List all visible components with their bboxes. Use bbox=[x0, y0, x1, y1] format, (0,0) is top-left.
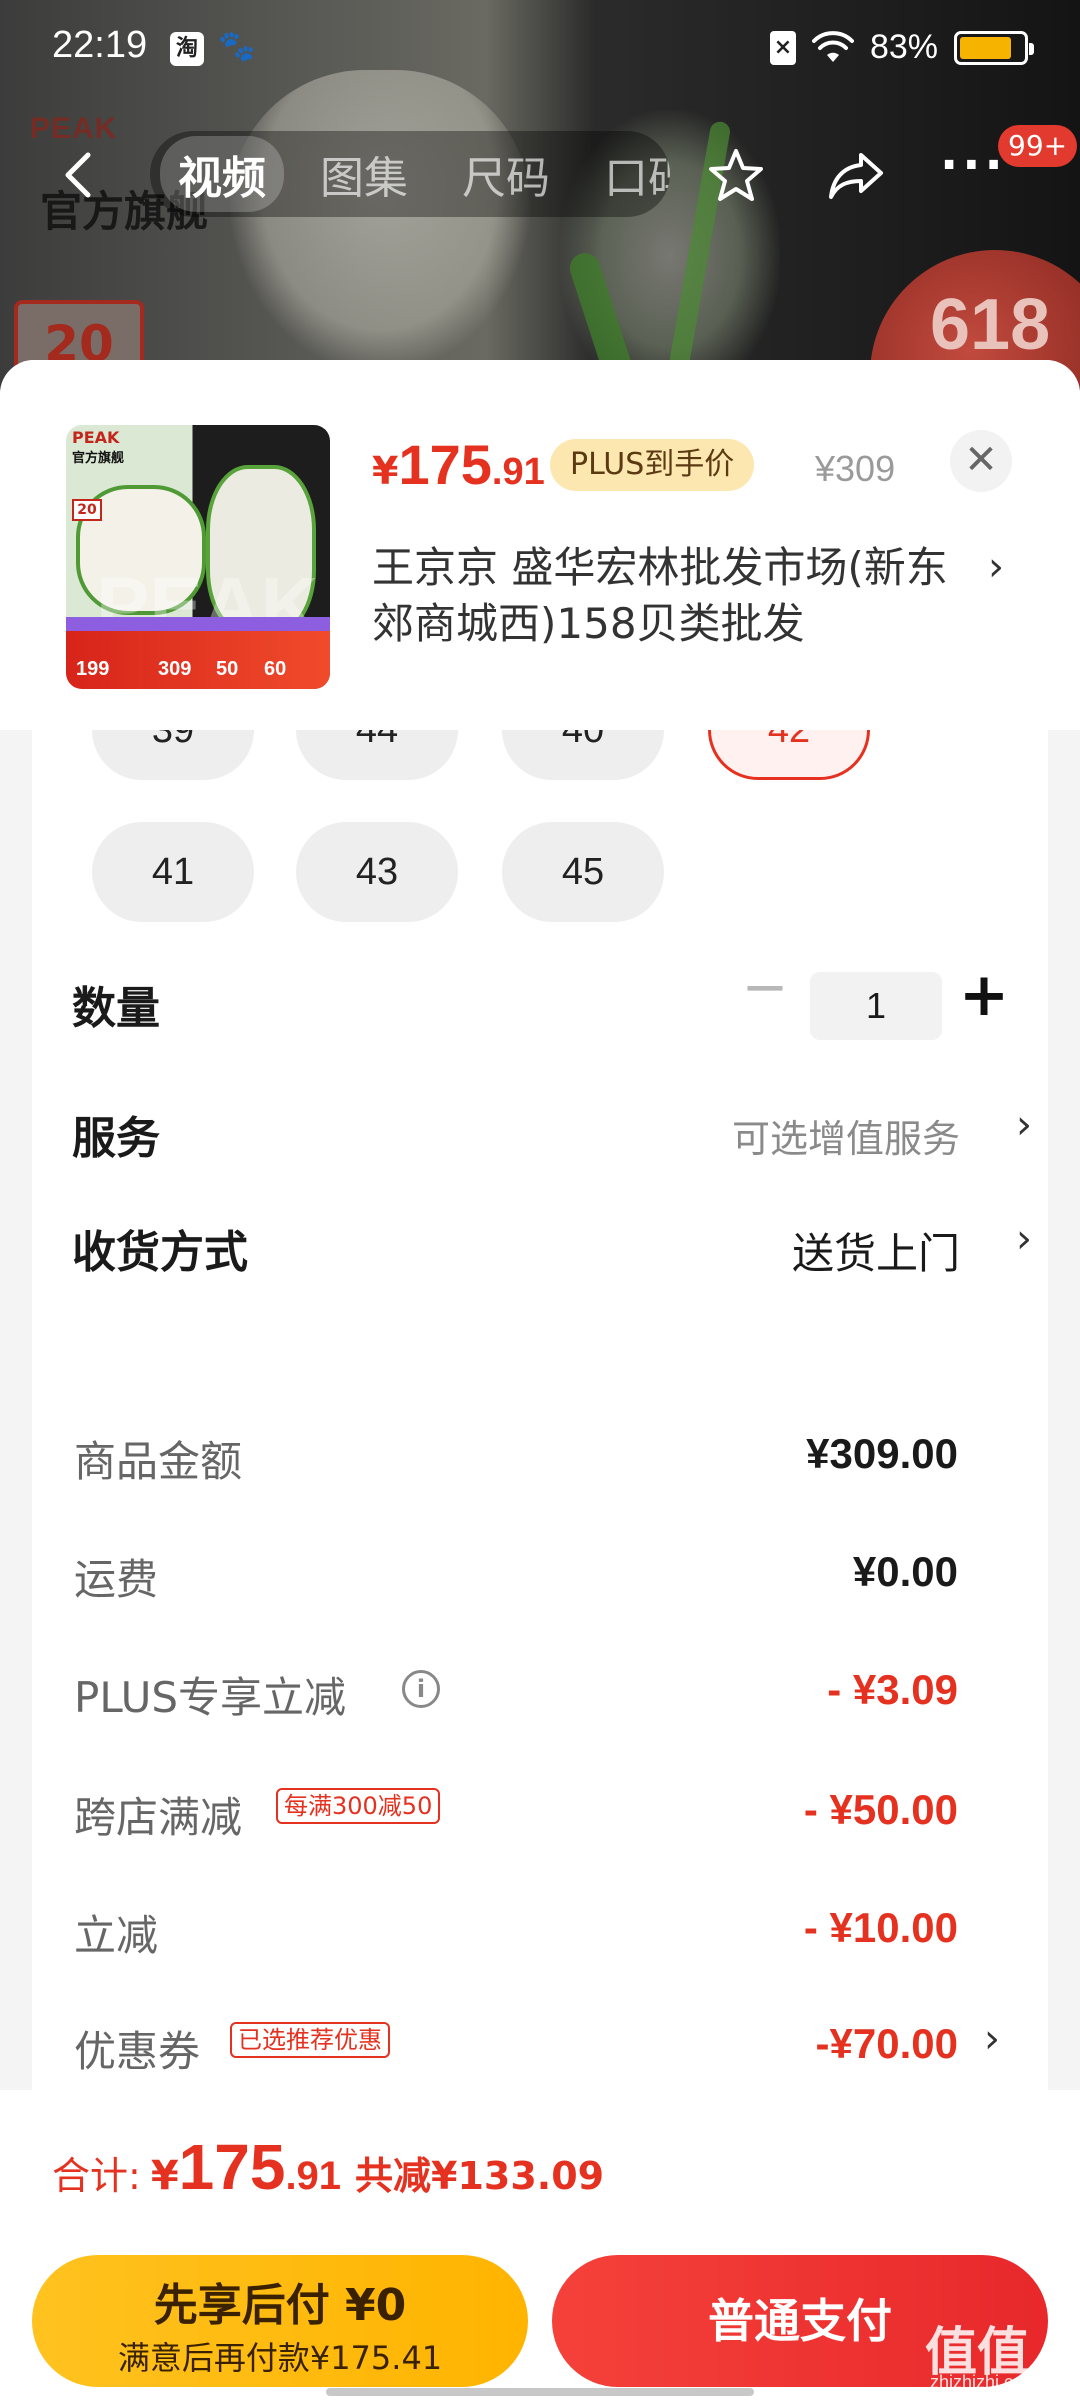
thumb-strip-price: 50 bbox=[216, 658, 239, 680]
pay-later-title: 先享后付 ¥0 bbox=[153, 2280, 407, 2331]
quantity-input[interactable]: 1 bbox=[810, 972, 942, 1040]
delivery-method-value[interactable]: 送货上门 bbox=[792, 1220, 960, 1281]
chevron-right-icon[interactable]: › bbox=[984, 2016, 1000, 2062]
favorite-star-icon[interactable] bbox=[705, 145, 767, 207]
instant-discount-value: - ¥10.00 bbox=[803, 1904, 958, 1951]
price-decimal: .91 bbox=[491, 451, 545, 493]
quantity-label: 数量 bbox=[72, 983, 160, 1034]
coupon-value[interactable]: -¥70.00 bbox=[816, 2020, 958, 2068]
media-tabs: 视频 图集 尺码 口碑 bbox=[150, 131, 670, 217]
delivery-method-label: 收货方式 bbox=[72, 1227, 248, 1278]
coupon-recommended-tag: 已选推荐优惠 bbox=[230, 2022, 390, 2058]
quantity-increase-button[interactable]: + bbox=[956, 960, 1012, 1030]
cross-store-rule-tag: 每满300减50 bbox=[276, 1788, 441, 1824]
price-currency: ¥ bbox=[372, 449, 399, 493]
thumb-promo-strip: 199 309 50 60 bbox=[66, 631, 330, 689]
cross-store-discount-value: - ¥50.00 bbox=[803, 1786, 958, 1833]
total-saved: 共减¥133.09 bbox=[355, 2154, 605, 2198]
cross-store-discount-label: 跨店满减 bbox=[74, 1793, 243, 1842]
size-chip-43[interactable]: 43 bbox=[296, 822, 458, 922]
pet-icon: 🐾 bbox=[218, 29, 256, 64]
product-top-nav: 视频 图集 尺码 口碑 ··· 99+ bbox=[0, 125, 1080, 225]
share-icon[interactable] bbox=[825, 145, 887, 207]
total-label: 合计: bbox=[52, 2154, 141, 2198]
size-chip-41[interactable]: 41 bbox=[92, 822, 254, 922]
thumb-tag: 20 bbox=[72, 499, 102, 521]
service-label: 服务 bbox=[72, 1113, 160, 1164]
total-integer: 175 bbox=[178, 2131, 286, 2203]
plus-discount-label: PLUS专享立减 bbox=[74, 1673, 347, 1722]
message-count-badge: 99+ bbox=[998, 125, 1078, 167]
shipping-label: 运费 bbox=[74, 1555, 159, 1604]
promo-badge-text: 618 bbox=[930, 285, 1051, 365]
pay-later-button[interactable]: 先享后付 ¥0 满意后再付款¥175.41 bbox=[32, 2255, 528, 2387]
quantity-decrease-button[interactable]: − bbox=[740, 960, 790, 1020]
plus-discount-value: - ¥3.09 bbox=[827, 1666, 958, 1713]
coupon-label: 优惠券 bbox=[74, 2027, 201, 2076]
tab-reviews[interactable]: 口碑 bbox=[604, 142, 670, 206]
price-integer: 175 bbox=[398, 433, 492, 496]
plus-price: ¥ 175 .91 bbox=[372, 432, 545, 497]
watermark-url: zhizhizhi.com bbox=[930, 2372, 1039, 2392]
no-sim-icon: × bbox=[769, 30, 796, 65]
original-price: ¥309 bbox=[815, 448, 896, 489]
taobao-notification-icon: 淘 bbox=[170, 32, 204, 66]
tab-gallery[interactable]: 图集 bbox=[320, 142, 408, 206]
status-bar: 22:19 淘 🐾 × 83% bbox=[0, 0, 1080, 100]
thumb-strip-price: 309 bbox=[158, 658, 192, 680]
total-currency: ¥ bbox=[150, 2153, 179, 2199]
battery-percent: 83% bbox=[869, 28, 938, 66]
total-decimal: .91 bbox=[285, 2154, 342, 2198]
home-indicator[interactable] bbox=[326, 2388, 754, 2396]
wifi-icon bbox=[811, 30, 854, 62]
product-thumbnail[interactable]: PEAK 官方旗舰 20 PEAK 199 309 50 60 bbox=[66, 425, 330, 689]
goods-amount-value: ¥309.00 bbox=[806, 1430, 958, 1477]
checkout-bar: 合计: ¥ 175 .91 共减¥133.09 先享后付 ¥0 满意后再付款¥1… bbox=[0, 2090, 1080, 2400]
tab-size[interactable]: 尺码 bbox=[462, 142, 550, 206]
thumb-promo-strip-top bbox=[66, 617, 330, 631]
info-icon[interactable]: i bbox=[402, 1670, 440, 1708]
battery-icon bbox=[954, 30, 1034, 65]
thumb-strip-price: 199 bbox=[76, 658, 110, 680]
delivery-address[interactable]: 王京京 盛华宏林批发市场(新东郊商城西)158贝类批发 bbox=[372, 540, 972, 652]
status-time: 22:19 bbox=[52, 24, 148, 66]
plus-price-tag: PLUS到手价 bbox=[550, 439, 755, 491]
chevron-right-icon[interactable]: › bbox=[988, 544, 1004, 590]
thumb-strip-price: 60 bbox=[264, 658, 287, 680]
back-arrow-icon[interactable] bbox=[52, 147, 108, 203]
service-value[interactable]: 可选增值服务 bbox=[732, 1108, 960, 1163]
shipping-value: ¥0.00 bbox=[852, 1548, 958, 1595]
chevron-right-icon[interactable]: › bbox=[1016, 1216, 1032, 1262]
sheet-product-header: PEAK 官方旗舰 20 PEAK 199 309 50 60 ¥ 175 .9… bbox=[0, 360, 1080, 730]
chevron-right-icon[interactable]: › bbox=[1016, 1102, 1032, 1148]
order-total: 合计: ¥ 175 .91 共减¥133.09 bbox=[52, 2130, 604, 2204]
instant-discount-label: 立减 bbox=[74, 1911, 159, 1960]
pay-later-subtitle: 满意后再付款¥175.41 bbox=[117, 2339, 443, 2377]
battery-level bbox=[960, 36, 1012, 59]
size-chip-45[interactable]: 45 bbox=[502, 822, 664, 922]
close-button[interactable]: ✕ bbox=[950, 430, 1012, 492]
thumb-store-label: 官方旗舰 bbox=[72, 451, 125, 466]
goods-amount-label: 商品金额 bbox=[74, 1437, 243, 1486]
thumb-brand-logo: PEAK bbox=[72, 428, 120, 447]
tab-video[interactable]: 视频 bbox=[160, 136, 284, 212]
